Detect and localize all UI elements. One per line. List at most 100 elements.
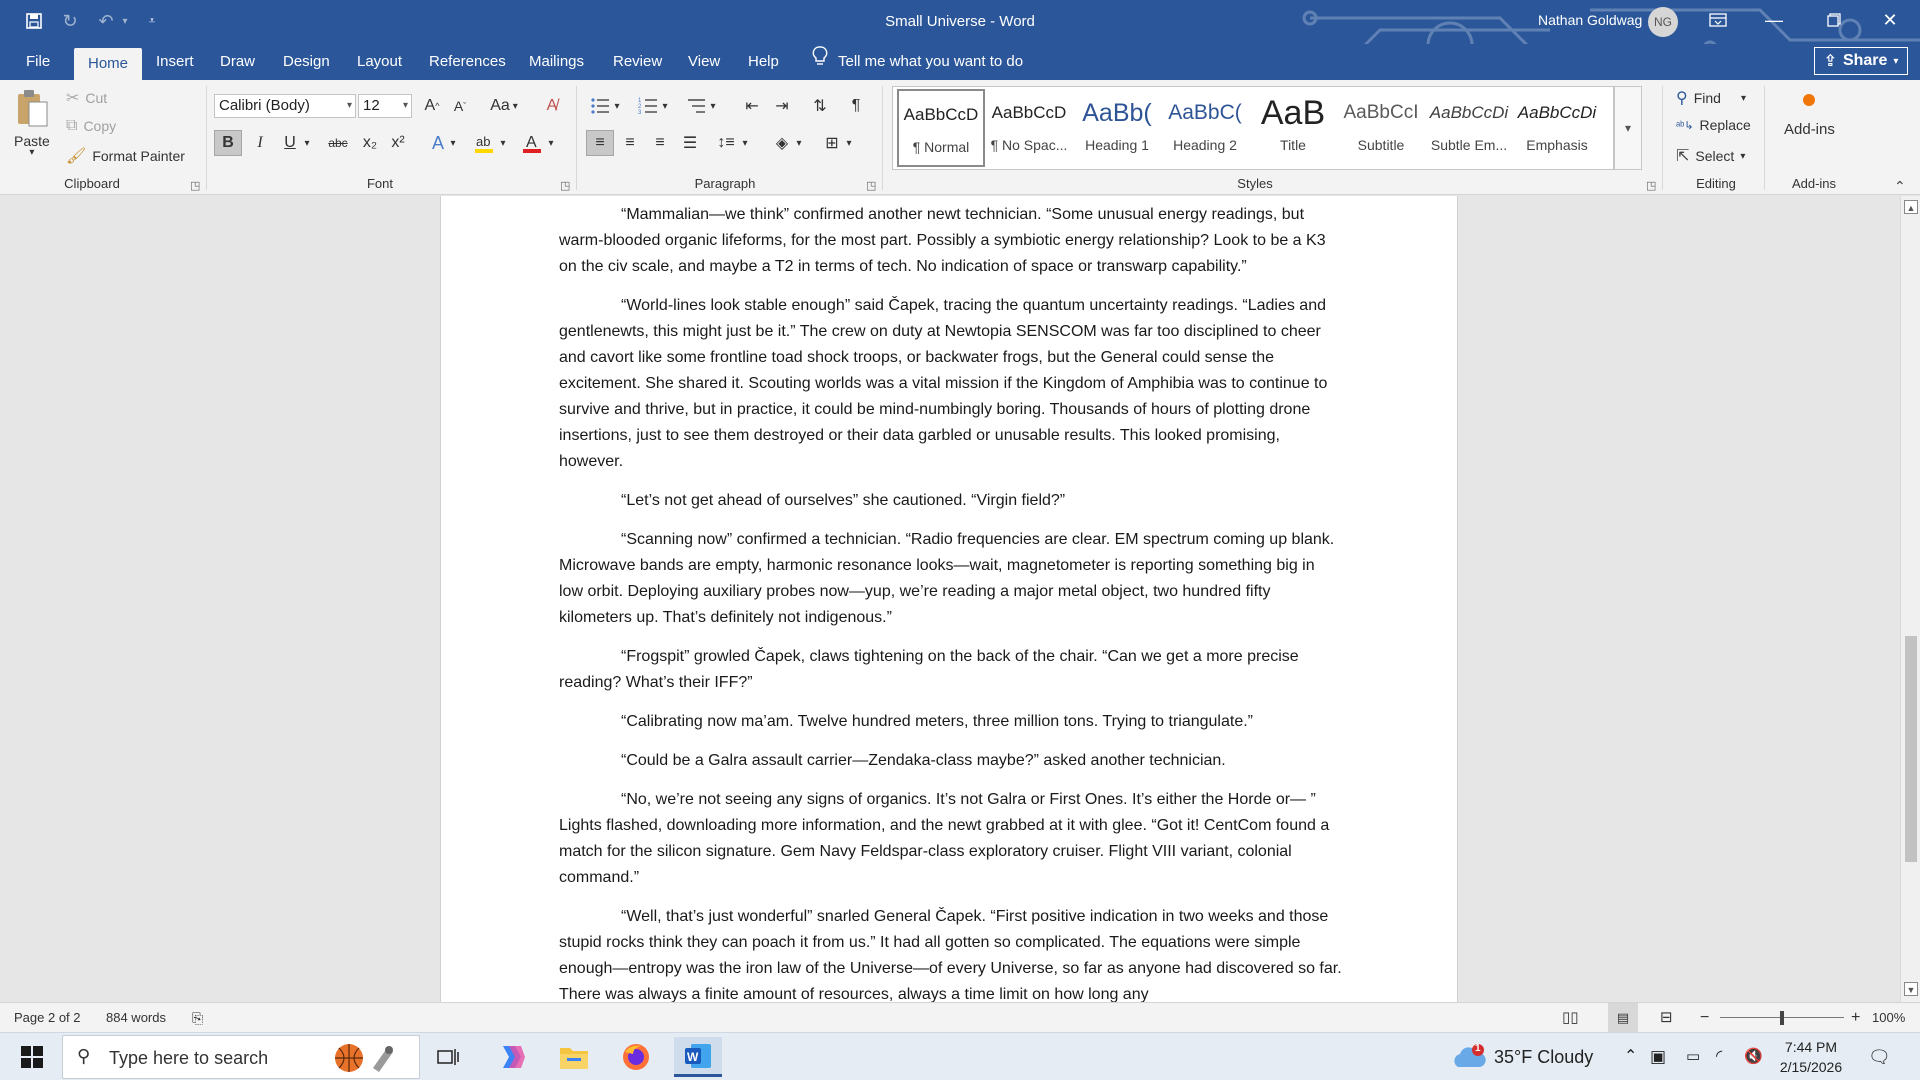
notifications-icon[interactable]: 🗨: [1868, 1033, 1891, 1080]
increase-indent-icon[interactable]: ⇥: [768, 93, 796, 119]
tab-insert[interactable]: Insert: [150, 44, 200, 80]
grow-font-icon[interactable]: A ^: [418, 93, 446, 119]
line-spacing-icon[interactable]: ↕≡: [712, 130, 740, 156]
show-paragraph-marks-icon[interactable]: ¶: [842, 93, 870, 119]
font-color-icon[interactable]: A: [518, 130, 546, 156]
weather-icon[interactable]: 1: [1452, 1043, 1488, 1075]
tab-references[interactable]: References: [423, 44, 512, 80]
font-dialog-launcher-icon[interactable]: ◳: [560, 179, 570, 192]
highlight-color-icon[interactable]: ab: [470, 130, 498, 156]
battery-icon[interactable]: ▭: [1686, 1033, 1700, 1080]
clear-formatting-icon[interactable]: A̸: [538, 93, 566, 119]
page-count[interactable]: Page 2 of 2: [14, 1003, 81, 1033]
copilot-icon[interactable]: [488, 1037, 536, 1077]
font-color-dropdown-icon[interactable]: ▾: [544, 130, 558, 156]
system-clock[interactable]: 7:44 PM 2/15/2026: [1770, 1037, 1852, 1077]
minimize-icon[interactable]: —: [1746, 0, 1802, 40]
web-layout-icon[interactable]: ⊟: [1660, 1003, 1673, 1033]
zoom-out-icon[interactable]: −: [1700, 1003, 1709, 1033]
zoom-slider-thumb[interactable]: [1780, 1011, 1784, 1025]
restore-icon[interactable]: [1806, 0, 1862, 40]
word-count[interactable]: 884 words: [106, 1003, 166, 1033]
highlight-dropdown-icon[interactable]: ▾: [496, 130, 510, 156]
find-button[interactable]: ⚲ Find ▾: [1676, 88, 1746, 108]
collapse-ribbon-icon[interactable]: ⌃: [1894, 178, 1906, 195]
line-spacing-dropdown-icon[interactable]: ▾: [738, 130, 752, 156]
zoom-in-icon[interactable]: +: [1851, 1003, 1860, 1033]
print-layout-icon[interactable]: ▤: [1608, 1003, 1638, 1033]
add-ins-button[interactable]: Add-ins: [1784, 92, 1835, 138]
strikethrough-button[interactable]: abc: [322, 130, 354, 156]
style-subtitle[interactable]: AaBbCcI Subtitle: [1337, 89, 1425, 167]
task-view-icon[interactable]: [424, 1037, 472, 1077]
decrease-indent-icon[interactable]: ⇤: [738, 93, 766, 119]
meet-now-icon[interactable]: ▣: [1650, 1033, 1666, 1080]
style-no-spacing[interactable]: AaBbCcD ¶ No Spac...: [985, 89, 1073, 167]
share-button[interactable]: ⇪ Share ▾: [1814, 47, 1908, 75]
format-painter-button[interactable]: 🖌 Format Painter: [66, 146, 185, 166]
subscript-button[interactable]: x₂: [356, 130, 384, 156]
weather-text[interactable]: 35°F Cloudy: [1494, 1033, 1593, 1080]
bullets-dropdown-icon[interactable]: ▾: [610, 93, 624, 119]
align-center-icon[interactable]: ≡: [616, 130, 644, 156]
styles-more-icon[interactable]: ▾: [1614, 86, 1642, 170]
clipboard-dialog-launcher-icon[interactable]: ◳: [190, 179, 200, 192]
underline-dropdown-icon[interactable]: ▾: [300, 130, 314, 156]
tab-file[interactable]: File: [20, 44, 56, 80]
style-heading-1[interactable]: AaBb( Heading 1: [1073, 89, 1161, 167]
borders-dropdown-icon[interactable]: ▾: [842, 130, 856, 156]
document-body[interactable]: “Mammalian—we think” confirmed another n…: [559, 202, 1343, 1002]
file-explorer-icon[interactable]: [550, 1037, 598, 1077]
ribbon-display-options-icon[interactable]: [1690, 0, 1746, 40]
style-heading-2[interactable]: AaBbC( Heading 2: [1161, 89, 1249, 167]
shading-dropdown-icon[interactable]: ▾: [792, 130, 806, 156]
align-right-icon[interactable]: ≡: [646, 130, 674, 156]
align-left-icon[interactable]: ≡: [586, 130, 614, 156]
shrink-font-icon[interactable]: Aˇ: [446, 93, 474, 119]
read-mode-icon[interactable]: ▯▯: [1562, 1003, 1579, 1033]
scrollbar-thumb[interactable]: [1905, 636, 1917, 862]
zoom-level[interactable]: 100%: [1872, 1003, 1905, 1033]
select-button[interactable]: ⇱ Select ▾: [1676, 146, 1745, 166]
bold-button[interactable]: B: [214, 130, 242, 156]
font-size-combo[interactable]: 12 ▾: [358, 94, 412, 118]
tab-home[interactable]: Home: [74, 48, 143, 80]
tab-draw[interactable]: Draw: [214, 44, 261, 80]
tell-me-search[interactable]: Tell me what you want to do: [812, 44, 1023, 80]
style-normal[interactable]: AaBbCcD ¶ Normal: [897, 89, 985, 167]
document-page[interactable]: “Mammalian—we think” confirmed another n…: [440, 196, 1458, 1002]
paste-button[interactable]: Paste ▾: [14, 88, 50, 158]
firefox-icon[interactable]: [612, 1037, 660, 1077]
replace-button[interactable]: ᵃᵇ↳ Replace: [1676, 117, 1751, 133]
numbering-dropdown-icon[interactable]: ▾: [658, 93, 672, 119]
italic-button[interactable]: I: [246, 130, 274, 156]
word-taskbar-icon[interactable]: W: [674, 1037, 722, 1077]
tab-design[interactable]: Design: [277, 44, 336, 80]
proofing-icon[interactable]: ⎘: [192, 1003, 203, 1033]
tab-help[interactable]: Help: [742, 44, 785, 80]
justify-icon[interactable]: ☰: [676, 130, 704, 156]
network-icon[interactable]: ◜: [1716, 1033, 1722, 1080]
show-hidden-icons-icon[interactable]: ⌃: [1624, 1033, 1637, 1080]
tab-view[interactable]: View: [682, 44, 726, 80]
font-name-combo[interactable]: Calibri (Body) ▾: [214, 94, 356, 118]
style-emphasis[interactable]: AaBbCcDi Emphasis: [1513, 89, 1601, 167]
style-subtle-emphasis[interactable]: AaBbCcDi Subtle Em...: [1425, 89, 1513, 167]
scroll-down-icon[interactable]: ▼: [1904, 982, 1918, 996]
close-icon[interactable]: ✕: [1862, 0, 1918, 40]
change-case-button[interactable]: Aa ▾: [484, 93, 524, 119]
style-title[interactable]: AaB Title: [1249, 89, 1337, 167]
text-effects-dropdown-icon[interactable]: ▾: [446, 130, 460, 156]
cut-button[interactable]: ✂ Cut: [66, 88, 107, 108]
avatar[interactable]: NG: [1648, 7, 1678, 37]
styles-dialog-launcher-icon[interactable]: ◳: [1646, 179, 1656, 192]
tab-review[interactable]: Review: [607, 44, 668, 80]
tab-layout[interactable]: Layout: [351, 44, 408, 80]
volume-muted-icon[interactable]: 🔇: [1744, 1033, 1763, 1080]
user-name[interactable]: Nathan Goldwag: [1538, 12, 1642, 28]
tab-mailings[interactable]: Mailings: [523, 44, 590, 80]
taskbar-search-box[interactable]: ⚲ Type here to search: [62, 1035, 420, 1079]
sort-icon[interactable]: ⇅: [806, 93, 834, 119]
superscript-button[interactable]: x²: [384, 130, 412, 156]
copy-button[interactable]: ⧉ Copy: [66, 117, 116, 135]
